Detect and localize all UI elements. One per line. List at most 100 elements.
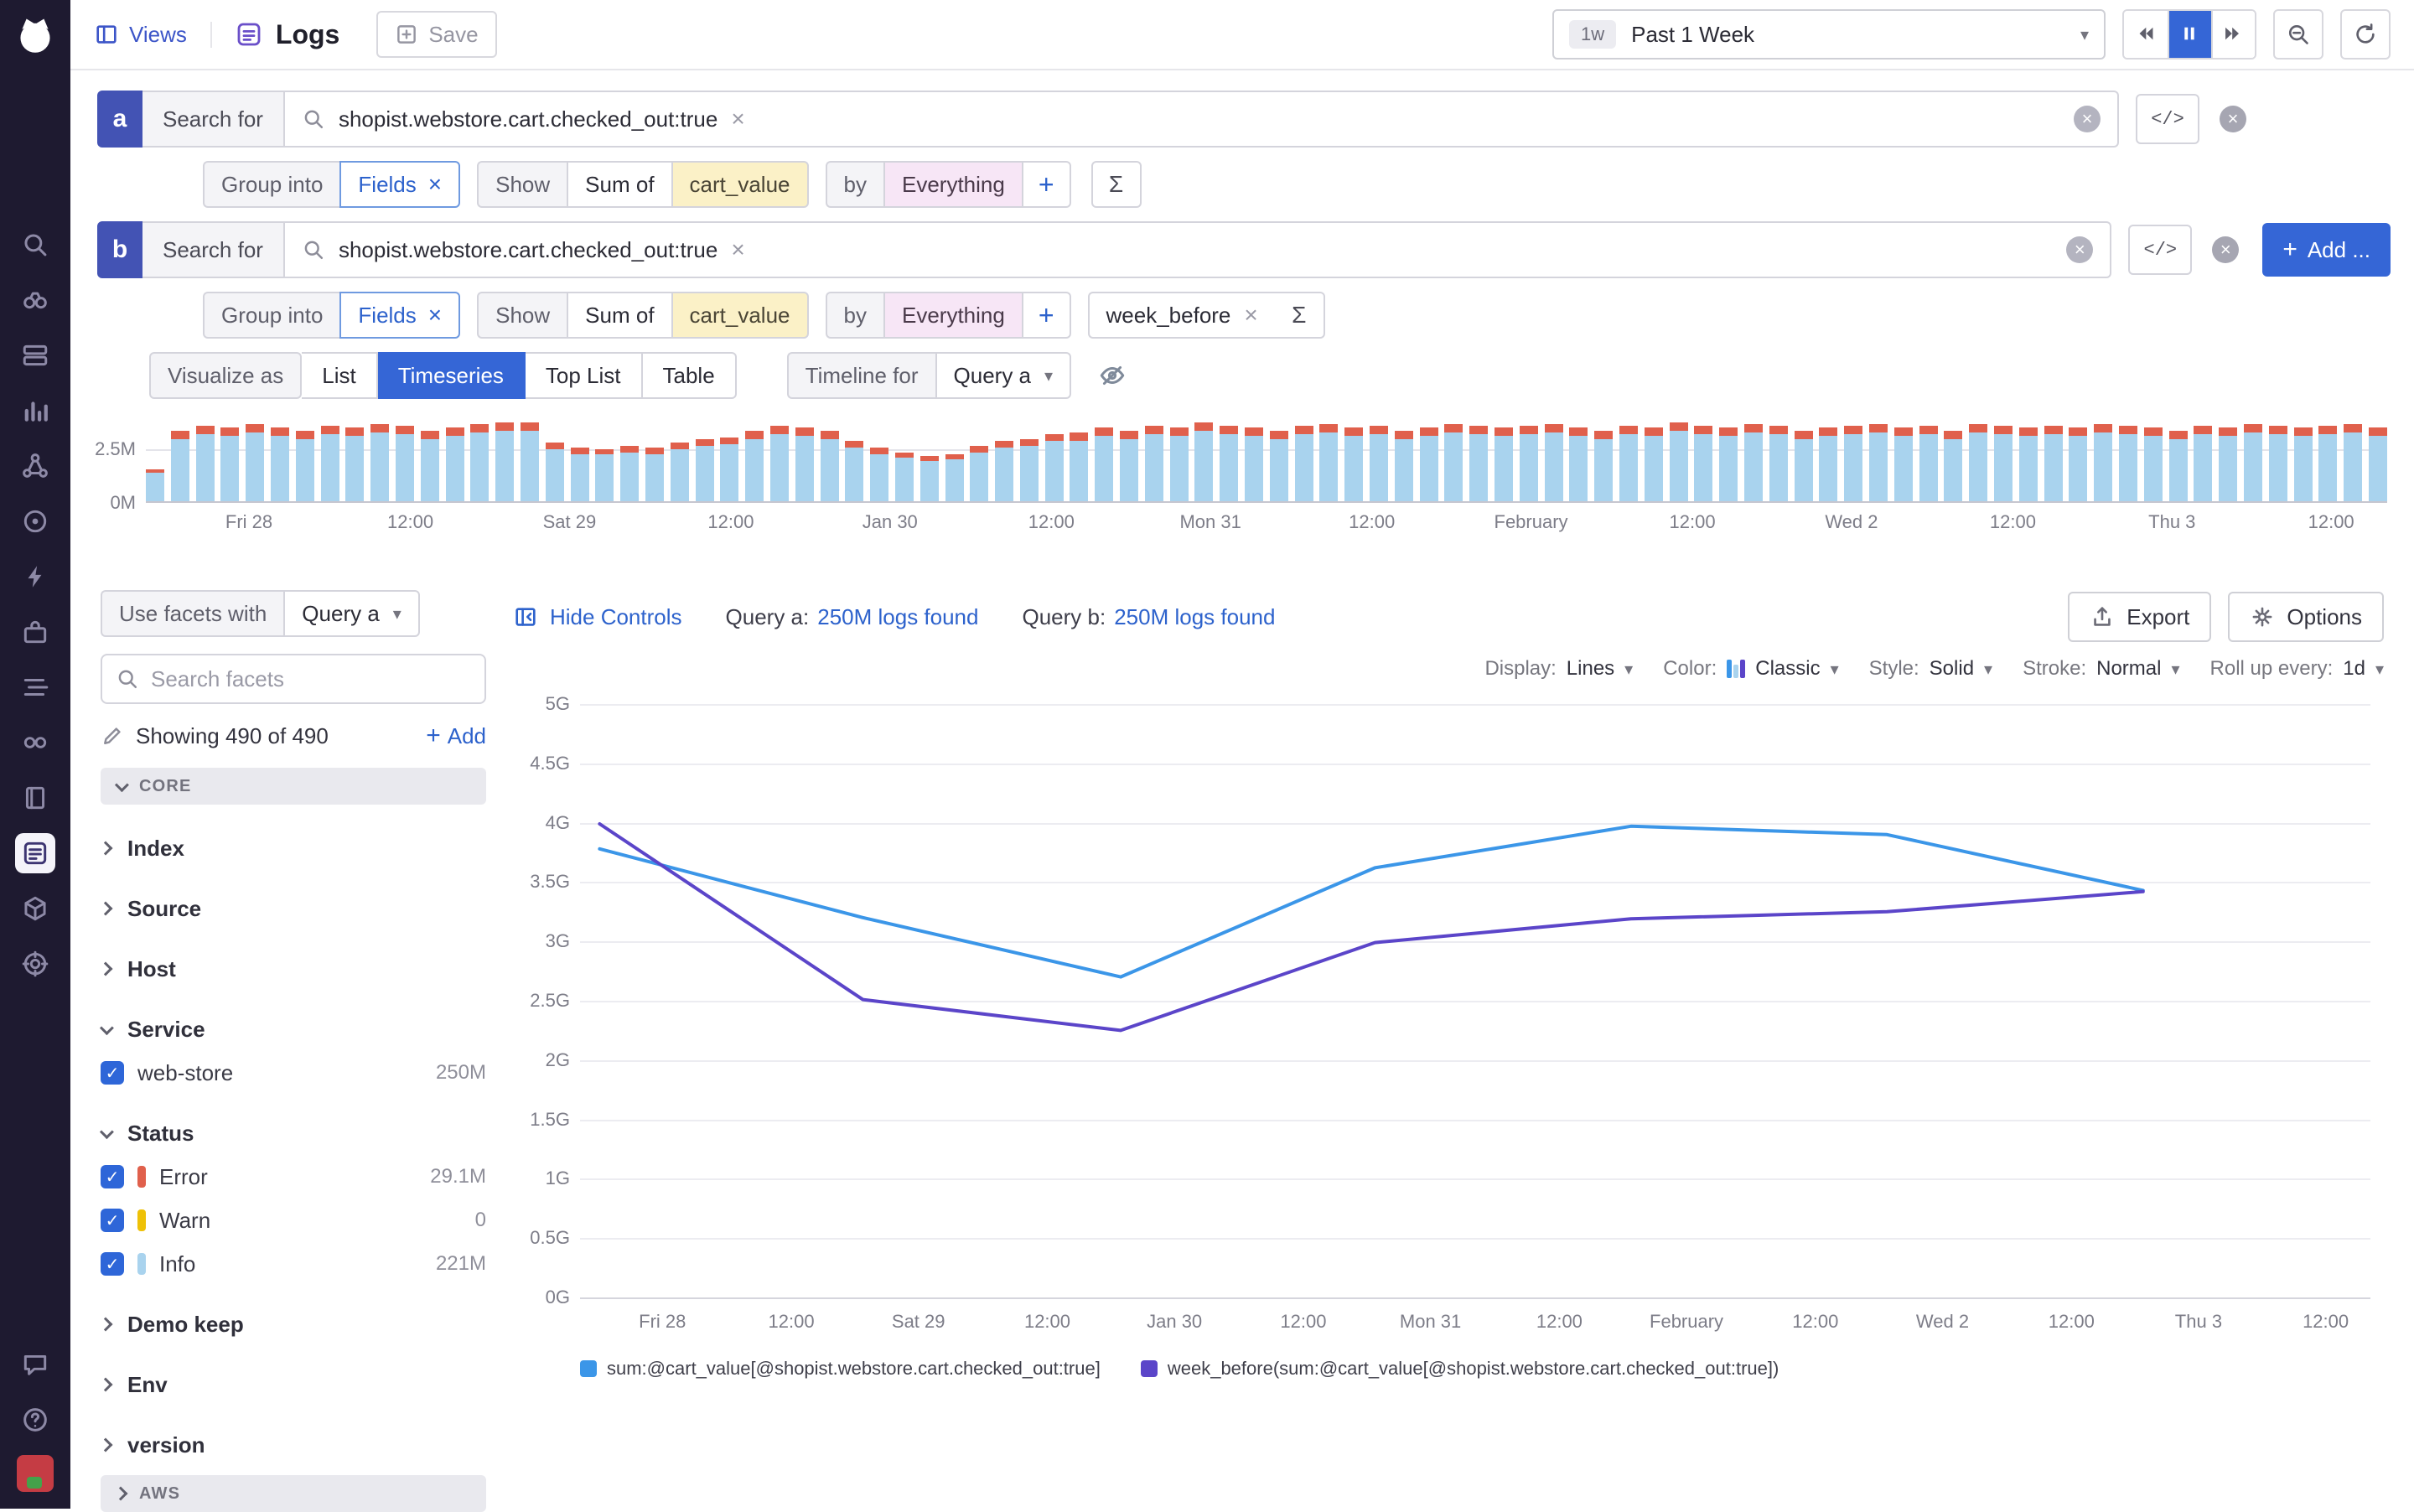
timeline-bar[interactable] [1994,426,2013,501]
timeline-bar[interactable] [1170,427,1189,501]
checkbox-checked-icon[interactable]: ✓ [101,1252,124,1276]
facet-group-service[interactable]: Service [101,1012,486,1046]
aggregate-function-button-a[interactable]: Σ [1091,161,1142,208]
chat-nav-icon[interactable] [15,1344,55,1385]
add-group-by-icon-b[interactable]: + [1022,292,1071,339]
timeline-bar[interactable] [1569,427,1588,501]
group-fields-token-b[interactable]: Fields× [339,292,460,339]
timeline-bar[interactable] [446,427,464,501]
timeline-bar[interactable] [571,448,589,501]
rollup-select[interactable]: Roll up every:1d▾ [2210,657,2384,681]
timeline-bar[interactable] [2119,426,2137,501]
timeline-bar[interactable] [645,448,664,501]
aggregate-function-button-b[interactable]: Σ [1275,292,1325,339]
display-select[interactable]: Display:Lines▾ [1484,657,1633,681]
remove-query-b-icon[interactable]: × [2212,236,2239,263]
viz-option-list[interactable]: List [302,352,377,399]
timeline-bar[interactable] [1070,432,1088,501]
ci-nav-icon[interactable] [15,722,55,763]
help-nav-icon[interactable] [15,1400,55,1440]
viz-option-top-list[interactable]: Top List [526,352,643,399]
facet-group-status[interactable]: Status [101,1116,486,1150]
facet-value-warn[interactable]: ✓Warn0 [101,1204,486,1237]
query-b-results-link[interactable]: 250M logs found [1114,604,1275,630]
timeline-bar[interactable] [495,422,514,501]
timeline-bar[interactable] [146,469,164,501]
facet-query-select[interactable]: Query a▾ [283,590,420,637]
timeline-bar[interactable] [1095,427,1113,501]
timeline-bar[interactable] [1819,427,1837,501]
timeline-bar[interactable] [2244,424,2262,501]
code-view-a-button[interactable]: </> [2136,94,2199,144]
timeline-bar[interactable] [1020,439,1039,501]
timeline-bar[interactable] [1769,426,1788,501]
facet-group-index[interactable]: Index [101,831,486,865]
timeline-bar[interactable] [1395,431,1413,501]
timeline-bar[interactable] [795,427,814,501]
timeline-bar[interactable] [1869,424,1888,501]
timeline-bars[interactable] [146,422,2387,503]
timeline-bar[interactable] [770,426,789,501]
facet-value-error[interactable]: ✓Error29.1M [101,1160,486,1194]
query-search-input-a[interactable]: shopist.webstore.cart.checked_out:true ×… [285,91,2119,148]
timeseries-chart[interactable]: 0G0.5G1G1.5G2G2.5G3G3.5G4G4.5G5GFri 2812… [513,704,2370,1341]
timeline-bar[interactable] [171,431,189,501]
remove-search-token-icon[interactable]: × [731,236,744,263]
apm-nav-icon[interactable] [15,557,55,597]
facet-section-aws[interactable]: AWS [101,1475,486,1512]
timeline-bar[interactable] [845,441,863,501]
metrics-nav-icon[interactable] [15,391,55,431]
time-range-select[interactable]: 1w Past 1 Week ▾ [1552,9,2106,60]
timeline-bar[interactable] [1194,422,1213,501]
security-nav-icon[interactable] [15,944,55,984]
timeline-bar[interactable] [1894,427,1913,501]
timeline-bar[interactable] [421,431,439,501]
service-map-nav-icon[interactable] [15,501,55,541]
remove-search-token-icon[interactable]: × [731,106,744,132]
clear-query-b-icon[interactable]: × [2066,236,2093,263]
timeline-bar[interactable] [1744,424,1763,501]
timeline-bar[interactable] [2169,431,2188,501]
skip-forward-button[interactable] [2211,11,2255,58]
timeline-bar[interactable] [246,424,264,501]
remove-week-before-icon[interactable]: × [1244,302,1257,329]
timeline-bar[interactable] [1120,431,1138,501]
measure-token-a[interactable]: cart_value [671,161,809,208]
timeline-bar[interactable] [1270,431,1288,501]
watchdog-nav-icon[interactable] [15,280,55,320]
integrations-nav-icon[interactable] [15,612,55,652]
facet-group-demo-keep[interactable]: Demo keep [101,1307,486,1341]
viz-option-table[interactable]: Table [643,352,737,399]
aggregation-select-a[interactable]: Sum of [567,161,671,208]
add-group-by-icon-a[interactable]: + [1022,161,1071,208]
timeline-bar[interactable] [271,427,289,501]
timeline-bar[interactable] [1694,426,1712,501]
query-search-input-b[interactable]: shopist.webstore.cart.checked_out:true ×… [285,221,2111,278]
timeline-bar[interactable] [2318,426,2337,501]
timeline-bar[interactable] [1969,424,1987,501]
style-select[interactable]: Style:Solid▾ [1869,657,1992,681]
zoom-out-button[interactable] [2273,9,2323,60]
timeline-bar[interactable] [2194,426,2212,501]
timeline-bar[interactable] [1370,426,1388,501]
timeline-bar[interactable] [1594,431,1613,501]
timeline-bar[interactable] [2069,427,2087,501]
edit-facets-icon[interactable] [101,724,124,748]
timeline-bar[interactable] [995,441,1013,501]
user-avatar[interactable] [17,1455,54,1492]
save-button[interactable]: Save [376,11,496,58]
query-letter-b[interactable]: b [97,221,142,278]
network-map-nav-icon[interactable] [15,446,55,486]
timeline-bar[interactable] [970,446,988,501]
timeline-bar[interactable] [2144,427,2163,501]
timeline-query-select[interactable]: Query a▾ [935,352,1072,399]
options-button[interactable]: Options [2228,592,2384,642]
facet-group-host[interactable]: Host [101,952,486,986]
timeline-bar[interactable] [2294,427,2313,501]
timeline-bar[interactable] [945,454,964,501]
timeline-bar[interactable] [1420,427,1438,501]
add-facet-button[interactable]: +Add [426,723,486,749]
query-letter-a[interactable]: a [97,91,142,148]
timeline-bar[interactable] [1319,424,1338,501]
timeline-bar[interactable] [1245,427,1263,501]
